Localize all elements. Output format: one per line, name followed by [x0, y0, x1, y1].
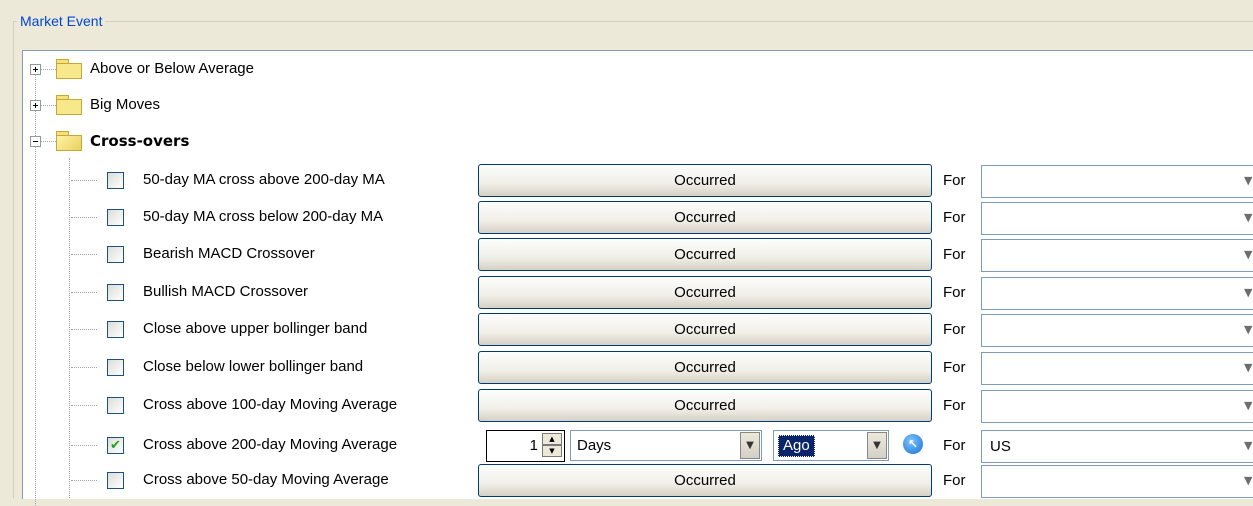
- market-select[interactable]: US ▼: [981, 430, 1253, 463]
- event-label: Bullish MACD Crossover: [143, 283, 309, 300]
- group-border-top: [13, 21, 1253, 22]
- event-row-active: ✔ Cross above 200-day Moving Average 1 ▲…: [0, 427, 1253, 463]
- for-label: For: [943, 397, 966, 414]
- event-row: Close above upper bollinger band Occurre…: [0, 311, 1253, 347]
- for-label: For: [943, 284, 966, 301]
- market-select[interactable]: ▼: [981, 277, 1253, 310]
- count-stepper[interactable]: 1 ▲ ▼: [486, 430, 565, 462]
- folder-icon: [56, 95, 82, 115]
- chevron-down-icon: ▼: [1244, 211, 1253, 224]
- event-row: 50-day MA cross below 200-day MA Occurre…: [0, 199, 1253, 235]
- chevron-down-icon: ▼: [1244, 174, 1253, 187]
- tree-category-big-moves[interactable]: Big Moves: [0, 87, 1253, 123]
- checkmark-icon: ✔: [110, 438, 121, 453]
- count-value: 1: [529, 437, 538, 454]
- expand-plus-icon[interactable]: [30, 64, 41, 75]
- event-row: Cross above 100-day Moving Average Occur…: [0, 387, 1253, 423]
- event-checkbox[interactable]: [107, 472, 124, 489]
- collapse-minus-icon[interactable]: [30, 136, 41, 147]
- event-label: Cross above 50-day Moving Average: [143, 471, 389, 488]
- category-label: Above or Below Average: [90, 60, 254, 77]
- for-label: For: [943, 321, 966, 338]
- event-checkbox[interactable]: [107, 246, 124, 263]
- event-checkbox[interactable]: [107, 172, 124, 189]
- occurred-button[interactable]: Occurred: [478, 276, 932, 309]
- market-select[interactable]: ▼: [981, 465, 1253, 498]
- event-label: Cross above 200-day Moving Average: [143, 436, 398, 453]
- event-checkbox[interactable]: [107, 284, 124, 301]
- tree-category-above-below-average[interactable]: Above or Below Average: [0, 51, 1253, 87]
- unit-select[interactable]: Days ▼: [570, 430, 762, 461]
- event-label: 50-day MA cross below 200-day MA: [143, 208, 384, 225]
- occurred-button[interactable]: Occurred: [478, 164, 932, 197]
- chevron-down-icon: ▼: [1244, 248, 1253, 261]
- occurred-button[interactable]: Occurred: [478, 464, 932, 497]
- chevron-down-icon: ▼: [1244, 439, 1253, 452]
- occurred-button[interactable]: Occurred: [478, 313, 932, 346]
- for-label: For: [943, 172, 966, 189]
- event-checkbox[interactable]: [107, 209, 124, 226]
- for-label: For: [943, 246, 966, 263]
- category-label: Big Moves: [90, 96, 161, 113]
- occurred-button[interactable]: Occurred: [478, 238, 932, 271]
- event-row: 50-day MA cross above 200-day MA Occurre…: [0, 162, 1253, 198]
- event-label: Cross above 100-day Moving Average: [143, 396, 398, 413]
- for-label: For: [943, 209, 966, 226]
- event-row: Cross above 50-day Moving Average Occurr…: [0, 462, 1253, 498]
- expand-plus-icon[interactable]: [30, 100, 41, 111]
- for-label: For: [943, 437, 966, 454]
- event-checkbox[interactable]: ✔: [107, 437, 124, 454]
- occurred-button[interactable]: Occurred: [478, 351, 932, 384]
- relation-select[interactable]: Ago ▼: [773, 430, 889, 461]
- occurred-button[interactable]: Occurred: [478, 201, 932, 234]
- folder-icon: [56, 59, 82, 79]
- market-select[interactable]: ▼: [981, 202, 1253, 235]
- event-row: Bullish MACD Crossover Occurred For ▼: [0, 274, 1253, 310]
- tree-category-cross-overs[interactable]: Cross-overs: [0, 123, 1253, 159]
- chevron-down-icon: ▼: [1244, 361, 1253, 374]
- occurred-button[interactable]: Occurred: [478, 389, 932, 422]
- market-select[interactable]: ▼: [981, 390, 1253, 423]
- chevron-down-icon: ▼: [1244, 286, 1253, 299]
- for-label: For: [943, 359, 966, 376]
- chevron-down-icon[interactable]: ▼: [740, 432, 760, 459]
- reset-arrow-icon[interactable]: ↖: [903, 434, 923, 454]
- stepper-down-icon[interactable]: ▼: [542, 445, 562, 457]
- event-row: Bearish MACD Crossover Occurred For ▼: [0, 236, 1253, 272]
- event-checkbox[interactable]: [107, 359, 124, 376]
- event-label: Bearish MACD Crossover: [143, 245, 315, 262]
- chevron-down-icon: ▼: [1244, 323, 1253, 336]
- for-label: For: [943, 472, 966, 489]
- chevron-down-icon: ▼: [1244, 474, 1253, 487]
- group-title: Market Event: [17, 11, 106, 31]
- event-checkbox[interactable]: [107, 321, 124, 338]
- market-select[interactable]: ▼: [981, 165, 1253, 198]
- market-select[interactable]: ▼: [981, 352, 1253, 385]
- market-select[interactable]: ▼: [981, 239, 1253, 272]
- event-label: Close below lower bollinger band: [143, 358, 364, 375]
- event-label: 50-day MA cross above 200-day MA: [143, 171, 385, 188]
- chevron-down-icon: ▼: [1244, 399, 1253, 412]
- folder-open-icon: [56, 131, 82, 151]
- market-select[interactable]: ▼: [981, 314, 1253, 347]
- chevron-down-icon[interactable]: ▼: [867, 432, 887, 459]
- category-label: Cross-overs: [90, 132, 190, 150]
- stepper-up-icon[interactable]: ▲: [542, 433, 562, 445]
- event-row: Close below lower bollinger band Occurre…: [0, 349, 1253, 385]
- event-label: Close above upper bollinger band: [143, 320, 368, 337]
- event-checkbox[interactable]: [107, 397, 124, 414]
